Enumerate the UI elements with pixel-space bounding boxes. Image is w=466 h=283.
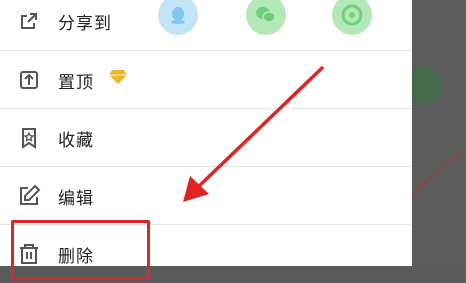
menu-item-edit[interactable]: 编辑 [0,167,412,225]
moments-share-button[interactable] [332,0,372,35]
menu-item-favorite[interactable]: 收藏 [0,109,412,167]
qq-share-button[interactable] [158,0,198,35]
menu-item-label: 分享到 [58,14,112,34]
menu-item-label: 收藏 [58,131,94,151]
menu-item-label: 置顶 [58,73,94,93]
edit-icon [16,183,42,209]
wechat-icon [256,7,276,23]
qq-icon [171,7,185,24]
vip-diamond-icon [108,69,128,85]
delete-highlight-box [11,220,150,280]
share-icon [16,8,42,34]
menu-item-pin-top[interactable]: 置顶 [0,51,412,109]
bookmark-star-icon [16,125,42,151]
wechat-share-button[interactable] [246,0,286,35]
moments-icon [341,4,363,26]
pin-top-icon [16,67,42,93]
menu-item-label: 编辑 [58,189,94,209]
menu-item-share: 分享到 [0,0,412,50]
